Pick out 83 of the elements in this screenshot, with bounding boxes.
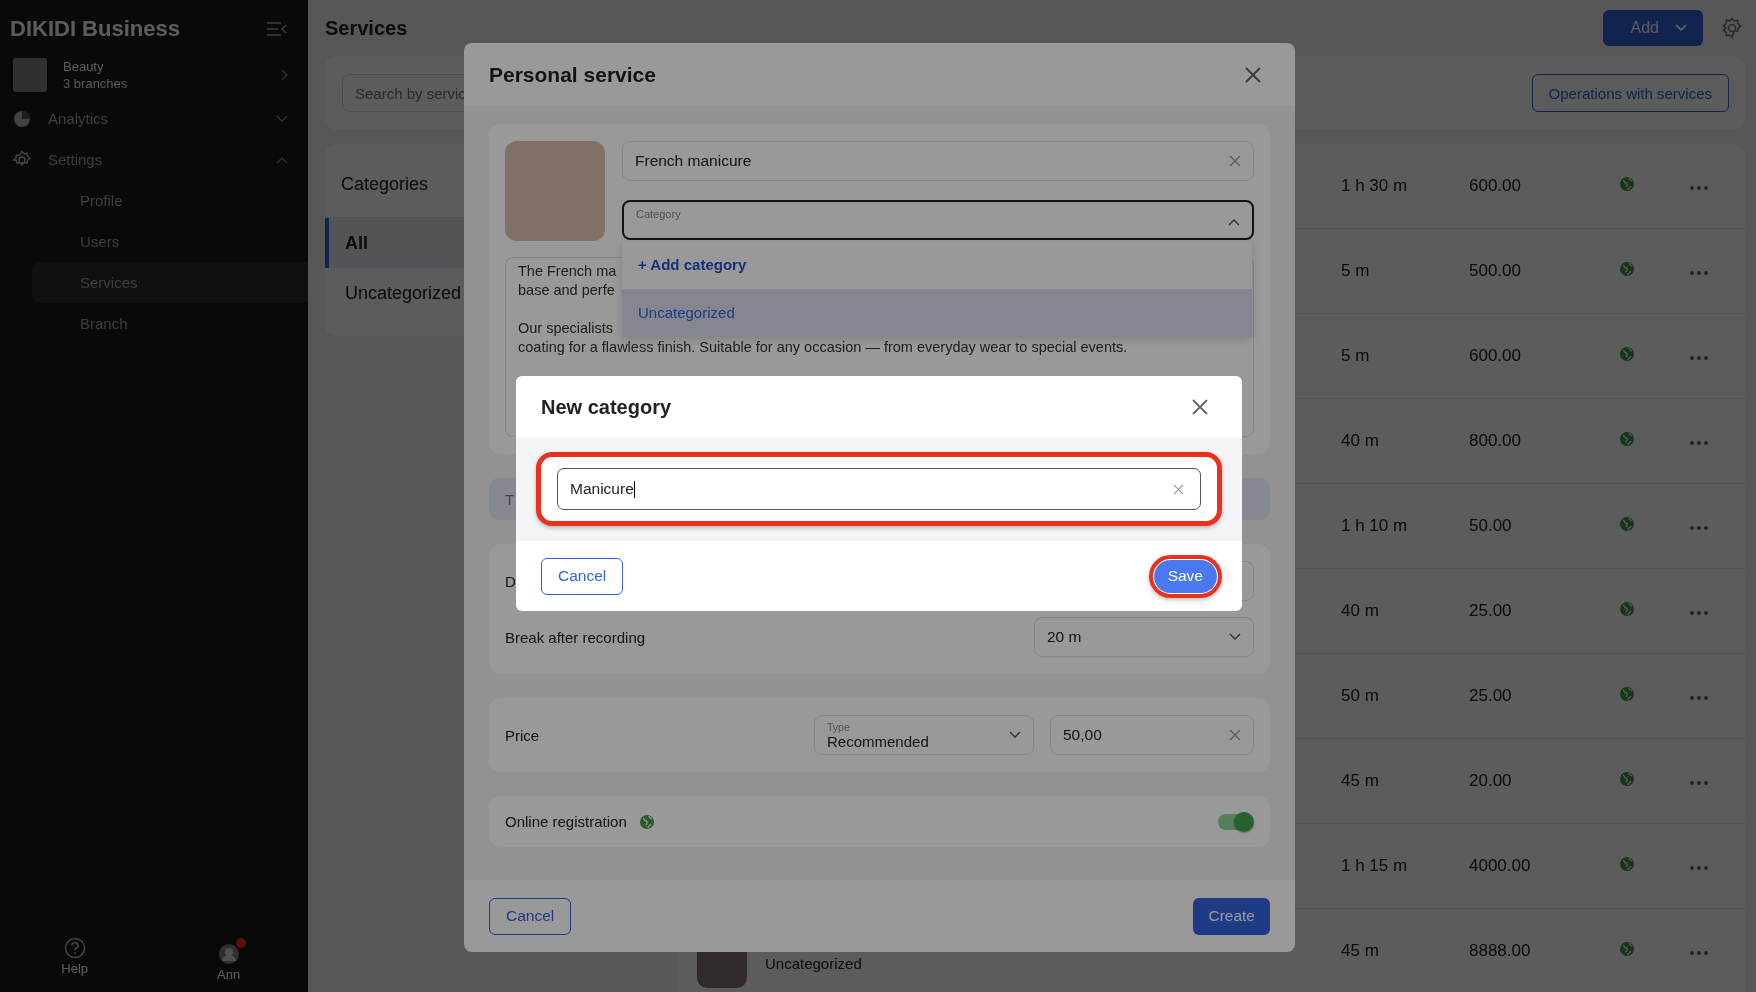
operations-button[interactable]: Operations with services xyxy=(1531,74,1729,112)
price-cell-text: 20.00 xyxy=(1469,771,1513,791)
chevron-right-icon xyxy=(280,69,288,81)
price-cell-text: 8888.00 xyxy=(1469,941,1532,961)
account-subtitle: 3 branches xyxy=(63,76,129,91)
page-title: Services xyxy=(325,16,408,40)
pie-chart-icon xyxy=(12,108,32,129)
help-icon xyxy=(63,937,86,959)
price-label: Price xyxy=(505,726,541,744)
more-icon[interactable] xyxy=(1689,780,1709,786)
category-select[interactable]: Category xyxy=(622,200,1254,240)
dialog-title: New category xyxy=(541,395,672,419)
duration-cell-text: 40 m xyxy=(1341,431,1380,451)
break-select[interactable]: 20 m xyxy=(1034,617,1254,657)
toggle-switch[interactable] xyxy=(1218,813,1252,830)
name-field[interactable]: French manicure xyxy=(622,141,1254,181)
clear-icon[interactable] xyxy=(1229,729,1241,741)
more-icon[interactable] xyxy=(1689,355,1709,361)
price-cell-text: 50.00 xyxy=(1469,516,1513,536)
sidebar-footer-link[interactable]: Ann xyxy=(210,937,247,982)
description-text: coating for a flawless finish. Suitable for any occasion — from everyday wear to special events. xyxy=(518,339,1128,355)
price-cell-text: 600.00 xyxy=(1469,176,1522,196)
category-name-input[interactable]: Manicure xyxy=(557,468,1201,510)
account-name: Beauty xyxy=(63,59,105,74)
more-icon[interactable] xyxy=(1689,610,1709,616)
more-icon[interactable] xyxy=(1689,440,1709,446)
add-button[interactable]: Add xyxy=(1602,10,1703,46)
chevron-down-icon xyxy=(1675,24,1687,32)
chevron-down-icon xyxy=(1229,633,1241,641)
service-category: Uncategorized xyxy=(765,954,862,972)
save-button[interactable]: Save xyxy=(1153,559,1217,593)
more-icon[interactable] xyxy=(1689,185,1709,191)
clear-icon[interactable] xyxy=(1173,483,1184,495)
sidebar-footer-link[interactable]: Help xyxy=(61,937,89,982)
user-avatar-icon xyxy=(217,943,240,965)
duration-cell-text: 1 h 15 m xyxy=(1341,856,1409,876)
close-icon[interactable] xyxy=(1192,399,1208,415)
more-icon[interactable] xyxy=(1689,950,1709,956)
globe-icon xyxy=(638,813,655,830)
price-cell-text: 25.00 xyxy=(1469,686,1513,706)
create-button[interactable]: Create xyxy=(1193,897,1270,935)
chevron-down-icon xyxy=(1009,731,1021,739)
duration-cell-text: 5 m xyxy=(1341,261,1371,281)
more-icon[interactable] xyxy=(1689,270,1709,276)
account-avatar xyxy=(13,58,47,92)
price-cell-text: 800.00 xyxy=(1469,431,1522,451)
close-icon[interactable] xyxy=(1244,65,1262,84)
more-icon[interactable] xyxy=(1689,865,1709,871)
settings-icon[interactable] xyxy=(1721,17,1743,39)
description-text: The French ma xyxy=(518,263,617,279)
dropdown-option[interactable]: + Add category xyxy=(622,241,1252,289)
cancel-button[interactable]: Cancel xyxy=(541,557,624,595)
duration-cell-text: 1 h 30 m xyxy=(1341,176,1409,196)
price-field[interactable]: 50,00 xyxy=(1050,715,1254,755)
online-registration-label: Online registration xyxy=(505,813,627,830)
chevron-up-icon xyxy=(276,155,288,164)
cancel-button[interactable]: Cancel xyxy=(489,897,572,935)
chevron-down-icon xyxy=(276,114,288,123)
duration-cell-text: 1 h 10 m xyxy=(1341,516,1409,536)
break-label: Break after recording xyxy=(505,628,646,646)
section-label: T xyxy=(505,490,515,508)
description-text: Our specialists xyxy=(518,320,614,336)
duration-cell-text: 45 m xyxy=(1341,771,1380,791)
modal-title: Personal service xyxy=(489,62,656,87)
price-cell-text: 25.00 xyxy=(1469,601,1513,621)
brand-name: DIKIDI Business xyxy=(10,16,180,42)
duration-cell-text: 40 m xyxy=(1341,601,1380,621)
description-text: base and perfe xyxy=(518,282,615,298)
duration-cell-text: 45 m xyxy=(1341,941,1380,961)
menu-collapse-icon[interactable] xyxy=(266,21,288,37)
chevron-up-icon xyxy=(1228,218,1240,226)
more-icon[interactable] xyxy=(1689,695,1709,701)
duration-cell-text: 5 m xyxy=(1341,346,1371,366)
price-cell-text: 600.00 xyxy=(1469,346,1522,366)
price-cell-text: 500.00 xyxy=(1469,261,1522,281)
clear-icon[interactable] xyxy=(1229,155,1241,167)
price-cell-text: 4000.00 xyxy=(1469,856,1532,876)
duration-cell-text: 50 m xyxy=(1341,686,1380,706)
duration-label: D xyxy=(505,572,516,590)
price-type-select[interactable]: Type Recommended xyxy=(814,715,1034,755)
more-icon[interactable] xyxy=(1689,525,1709,531)
account-switcher[interactable]: Beauty 3 branches xyxy=(0,52,308,98)
dropdown-option[interactable]: Uncategorized xyxy=(622,289,1252,337)
